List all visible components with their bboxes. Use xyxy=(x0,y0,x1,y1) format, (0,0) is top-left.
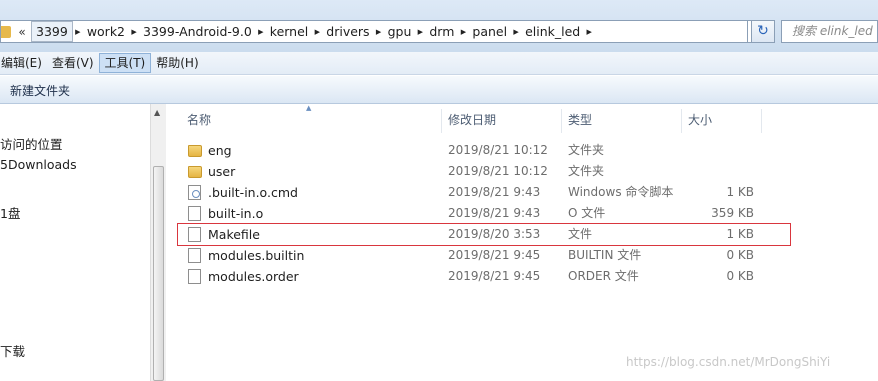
file-date: 2019/8/21 9:43 xyxy=(448,206,541,220)
address-bar[interactable]: « 3399 ▶ work2 ▶ 3399-Android-9.0 ▶ kern… xyxy=(0,20,748,43)
breadcrumb-item-panel[interactable]: panel ▶ xyxy=(468,21,521,42)
column-header-size[interactable]: 大小 xyxy=(682,109,762,133)
breadcrumb-item-drivers[interactable]: drivers ▶ xyxy=(322,21,383,42)
file-date: 2019/8/21 9:45 xyxy=(448,248,541,262)
breadcrumb-item-android[interactable]: 3399-Android-9.0 ▶ xyxy=(139,21,266,42)
file-type: Windows 命令脚本 xyxy=(568,185,674,199)
file-type: 文件夹 xyxy=(568,164,605,178)
file-icon xyxy=(188,248,201,263)
file-date: 2019/8/21 10:12 xyxy=(448,164,548,178)
file-type: 文件 xyxy=(568,227,593,241)
breadcrumb-item-3399[interactable]: 3399 ▶ xyxy=(31,21,83,42)
column-header-name[interactable]: 名称 xyxy=(181,109,442,133)
file-name: user xyxy=(208,164,236,179)
breadcrumb-item-work2[interactable]: work2 ▶ xyxy=(83,21,139,42)
breadcrumb-item-drm[interactable]: drm ▶ xyxy=(425,21,468,42)
breadcrumb-item-gpu[interactable]: gpu ▶ xyxy=(384,21,426,42)
breadcrumb-arrow-icon[interactable]: ▶ xyxy=(415,28,425,36)
breadcrumb-overflow-button[interactable]: « xyxy=(13,25,31,39)
file-size: 0 KB xyxy=(726,248,754,262)
file-row[interactable]: built-in.o 2019/8/21 9:43 O 文件 359 KB xyxy=(178,203,788,224)
file-date: 2019/8/21 10:12 xyxy=(448,143,548,157)
search-input[interactable]: 搜索 elink_led xyxy=(781,20,878,43)
file-size: 1 KB xyxy=(726,185,754,199)
menu-view[interactable]: 查看(V) xyxy=(47,53,99,73)
file-date: 2019/8/20 3:53 xyxy=(448,227,541,241)
breadcrumb-arrow-icon[interactable]: ▶ xyxy=(584,28,594,36)
breadcrumb-item-kernel[interactable]: kernel ▶ xyxy=(266,21,323,42)
file-name: modules.order xyxy=(208,269,299,284)
breadcrumb-arrow-icon[interactable]: ▶ xyxy=(511,28,521,36)
nav-item-recent-places[interactable]: 访问的位置 xyxy=(0,134,63,153)
file-name: eng xyxy=(208,143,232,158)
file-type: O 文件 xyxy=(568,206,606,220)
refresh-button[interactable]: ↻ xyxy=(751,20,775,43)
file-icon xyxy=(188,206,201,221)
file-icon xyxy=(188,227,201,242)
column-headers: ▲ 名称 修改日期 类型 大小 xyxy=(166,104,878,134)
column-header-date[interactable]: 修改日期 xyxy=(442,109,562,133)
new-folder-button[interactable]: 新建文件夹 xyxy=(10,82,70,99)
nav-pane-scrollbar[interactable]: ▲ xyxy=(150,104,166,381)
folder-icon xyxy=(188,166,202,178)
file-row[interactable]: eng 2019/8/21 10:12 文件夹 xyxy=(178,140,788,161)
folder-icon xyxy=(188,145,202,157)
file-icon xyxy=(188,269,201,284)
breadcrumb-arrow-icon[interactable]: ▶ xyxy=(73,28,83,36)
column-header-type[interactable]: 类型 xyxy=(562,109,682,133)
file-row[interactable]: modules.builtin 2019/8/21 9:45 BUILTIN 文… xyxy=(178,245,788,266)
file-row-highlighted[interactable]: Makefile 2019/8/20 3:53 文件 1 KB xyxy=(177,223,791,246)
file-row[interactable]: .built-in.o.cmd 2019/8/21 9:43 Windows 命… xyxy=(178,182,788,203)
file-name: built-in.o xyxy=(208,206,264,221)
file-date: 2019/8/21 9:43 xyxy=(448,185,541,199)
cmd-script-icon xyxy=(188,185,201,200)
nav-item-download[interactable]: 下载 xyxy=(0,341,25,360)
file-type: BUILTIN 文件 xyxy=(568,248,642,262)
file-name: modules.builtin xyxy=(208,248,305,263)
nav-item-disk[interactable]: 1盘 xyxy=(0,203,20,222)
scroll-up-icon[interactable]: ▲ xyxy=(154,108,160,117)
breadcrumb-arrow-icon[interactable]: ▶ xyxy=(374,28,384,36)
file-name: Makefile xyxy=(208,227,260,242)
file-size: 1 KB xyxy=(726,227,754,241)
scrollbar-thumb[interactable] xyxy=(153,166,164,381)
file-type: 文件夹 xyxy=(568,143,605,157)
file-size xyxy=(678,161,754,182)
window-top-bar: « 3399 ▶ work2 ▶ 3399-Android-9.0 ▶ kern… xyxy=(0,0,878,52)
breadcrumb-arrow-icon[interactable]: ▶ xyxy=(312,28,322,36)
nav-item-downloads[interactable]: 5Downloads xyxy=(0,157,77,172)
menu-edit[interactable]: 编辑(E) xyxy=(0,53,47,73)
command-toolbar: 新建文件夹 xyxy=(0,76,878,104)
file-date: 2019/8/21 9:45 xyxy=(448,269,541,283)
breadcrumb-arrow-icon[interactable]: ▶ xyxy=(458,28,468,36)
menu-bar: 编辑(E) 查看(V) 工具(T) 帮助(H) xyxy=(0,52,878,75)
breadcrumb-arrow-icon[interactable]: ▶ xyxy=(256,28,266,36)
watermark: https://blog.csdn.net/MrDongShiYi xyxy=(626,355,831,369)
breadcrumb-arrow-icon[interactable]: ▶ xyxy=(129,28,139,36)
file-size xyxy=(678,140,754,161)
file-size: 0 KB xyxy=(726,269,754,283)
file-row[interactable]: modules.order 2019/8/21 9:45 ORDER 文件 0 … xyxy=(178,266,788,287)
navigation-pane: 访问的位置 5Downloads 1盘 下载 xyxy=(0,104,150,381)
file-name: .built-in.o.cmd xyxy=(208,185,298,200)
menu-help[interactable]: 帮助(H) xyxy=(151,53,203,73)
file-type: ORDER 文件 xyxy=(568,269,639,283)
folder-icon xyxy=(1,25,11,38)
file-row[interactable]: user 2019/8/21 10:12 文件夹 xyxy=(178,161,788,182)
menu-tools[interactable]: 工具(T) xyxy=(98,53,152,73)
file-size: 359 KB xyxy=(711,206,754,220)
breadcrumb-item-elink-led[interactable]: elink_led ▶ xyxy=(521,21,594,42)
